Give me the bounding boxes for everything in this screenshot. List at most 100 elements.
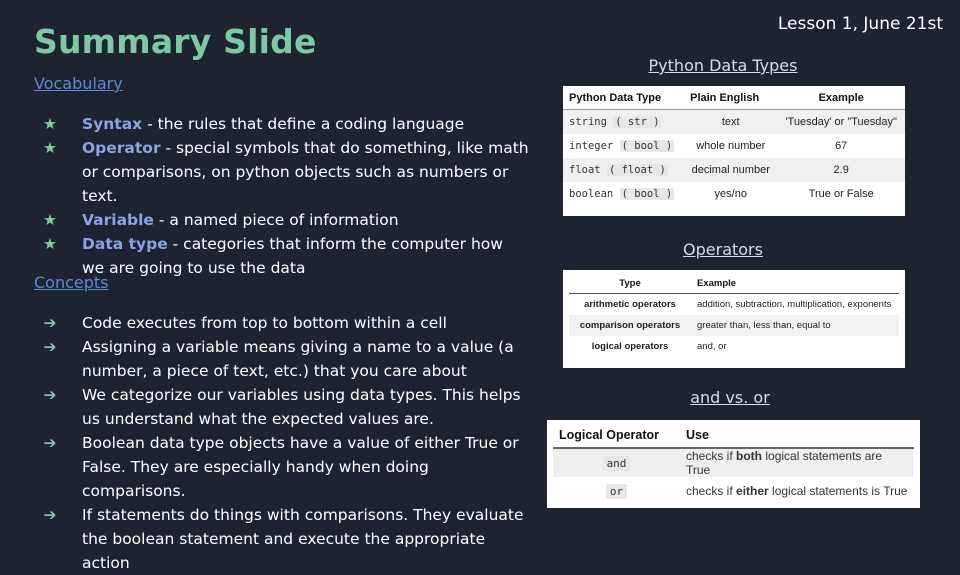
type-name: integer [569, 140, 614, 152]
col-header-plain-english: Plain English [690, 92, 760, 104]
cell-operator-example: addition, subtraction, multiplication, e… [697, 299, 892, 310]
type-alias: float [621, 164, 654, 176]
concepts-list: ➔ Code executes from top to bottom within… [40, 311, 530, 575]
concept-item: ➔ Boolean data type objects have a value … [40, 431, 530, 503]
use-prefix: checks if [686, 484, 737, 498]
and-or-table-card: Logical Operator Use and checks if both l… [547, 420, 920, 508]
type-alias: str [627, 116, 647, 128]
table-row: or checks if either logical statements is… [553, 477, 914, 505]
col-header-type: Type [619, 278, 641, 289]
arrow-icon: ➔ [43, 434, 57, 452]
type-name: boolean [569, 188, 614, 200]
operators-table: Type Example arithmetic operators additio… [569, 274, 899, 357]
col-header-data-type: Python Data Type [569, 92, 662, 104]
type-alias-badge: ( bool ) [619, 188, 675, 200]
cell-example: 'Tuesday' or "Tuesday" [785, 116, 897, 128]
table-row: and checks if both logical statements are… [553, 448, 914, 477]
vocabulary-item: ★ Syntax - the rules that define a coding… [40, 112, 530, 136]
table-row: integer ( bool ) whole number 67 [563, 134, 905, 158]
concept-text: Assigning a variable means giving a name… [82, 338, 514, 380]
cell-operator-example: and, or [697, 341, 727, 352]
use-suffix: logical statements is True [768, 484, 908, 498]
data-types-title: Python Data Types [648, 56, 798, 75]
table-row: boolean ( bool ) yes/no True or False [563, 182, 905, 206]
vocab-term: Data type [82, 235, 168, 253]
cell-plain-english: yes/no [714, 188, 747, 200]
cell-logical-operator: or [553, 477, 680, 505]
summary-slide: Summary Slide Lesson 1, June 21st Vocabu… [0, 0, 960, 572]
type-alias-badge: ( str ) [613, 116, 662, 128]
use-prefix: checks if [686, 449, 737, 463]
data-types-table-card: Python Data Type Plain English Example s… [563, 86, 905, 216]
cell-example: 2.9 [833, 164, 849, 176]
type-alias: bool [634, 140, 660, 152]
operators-table-card: Type Example arithmetic operators additio… [563, 270, 905, 368]
use-keyword: either [736, 484, 769, 498]
vocabulary-link[interactable]: Vocabulary [34, 74, 123, 93]
vocab-definition: - a named piece of information [153, 211, 399, 229]
data-types-table: Python Data Type Plain English Example s… [563, 88, 905, 206]
cell-example: 67 [835, 140, 848, 152]
concept-text: Boolean data type objects have a value o… [82, 434, 519, 500]
arrow-icon: ➔ [43, 506, 57, 524]
operator-code: or [605, 483, 628, 499]
table-row: comparison operators greater than, less t… [569, 315, 899, 336]
concepts-link[interactable]: Concepts [34, 273, 109, 292]
and-or-title: and vs. or [690, 388, 770, 407]
vocab-term: Syntax [82, 115, 143, 133]
arrow-icon: ➔ [43, 314, 57, 332]
cell-plain-english: text [721, 116, 740, 128]
concept-text: If statements do things with comparisons… [82, 506, 524, 572]
cell-operator-example: greater than, less than, equal to [697, 320, 831, 331]
vocabulary-item: ★ Variable - a named piece of information [40, 208, 530, 232]
cell-plain-english: whole number [696, 140, 766, 152]
vocabulary-list: ★ Syntax - the rules that define a coding… [40, 112, 530, 280]
table-row: logical operators and, or [569, 336, 899, 357]
cell-data-type: boolean ( bool ) [563, 182, 684, 206]
concept-text: Code executes from top to bottom within … [82, 314, 447, 332]
concept-text: We categorize our variables using data t… [82, 386, 521, 428]
cell-example: True or False [808, 188, 874, 200]
table-row: arithmetic operators addition, subtractio… [569, 294, 899, 316]
cell-use: checks if either logical statements is T… [680, 477, 914, 505]
star-icon: ★ [43, 211, 57, 229]
col-header-use: Use [686, 428, 709, 442]
operators-title: Operators [683, 240, 763, 259]
concept-item: ➔ If statements do things with comparison… [40, 503, 530, 575]
type-alias-badge: ( float ) [606, 164, 668, 176]
col-header-example: Example [697, 278, 737, 289]
cell-data-type: float ( float ) [563, 158, 684, 182]
table-row: float ( float ) decimal number 2.9 [563, 158, 905, 182]
vocabulary-item: ★ Data type - categories that inform the … [40, 232, 530, 280]
arrow-icon: ➔ [43, 386, 57, 404]
cell-operator-type: comparison operators [579, 320, 681, 331]
slide-title: Summary Slide [34, 22, 317, 61]
cell-data-type: string ( str ) [563, 110, 684, 135]
cell-operator-type: arithmetic operators [584, 299, 676, 310]
cell-data-type: integer ( bool ) [563, 134, 684, 158]
vocabulary-item: ★ Operator - special symbols that do some… [40, 136, 530, 208]
concept-item: ➔ Assigning a variable means giving a nam… [40, 335, 530, 383]
star-icon: ★ [43, 139, 57, 157]
cell-operator-type: logical operators [591, 341, 669, 352]
vocab-term: Operator [82, 139, 161, 157]
concept-item: ➔ We categorize our variables using data … [40, 383, 530, 431]
lesson-label: Lesson 1, June 21st [777, 14, 943, 34]
star-icon: ★ [43, 235, 57, 253]
type-name: float [569, 164, 601, 176]
use-keyword: both [736, 449, 763, 463]
cell-logical-operator: and [553, 448, 680, 477]
col-header-example: Example [818, 92, 864, 104]
type-alias-badge: ( bool ) [619, 140, 675, 152]
operator-code: and [602, 455, 631, 471]
cell-use: checks if both logical statements are Tr… [680, 448, 914, 477]
concept-item: ➔ Code executes from top to bottom within… [40, 311, 530, 335]
type-name: string [569, 116, 607, 128]
arrow-icon: ➔ [43, 338, 57, 356]
cell-plain-english: decimal number [691, 164, 770, 176]
table-row: string ( str ) text 'Tuesday' or "Tuesday" [563, 109, 905, 135]
vocab-term: Variable [82, 211, 154, 229]
and-or-table: Logical Operator Use and checks if both l… [553, 422, 914, 505]
vocab-definition: - the rules that define a coding languag… [142, 115, 465, 133]
star-icon: ★ [43, 115, 57, 133]
